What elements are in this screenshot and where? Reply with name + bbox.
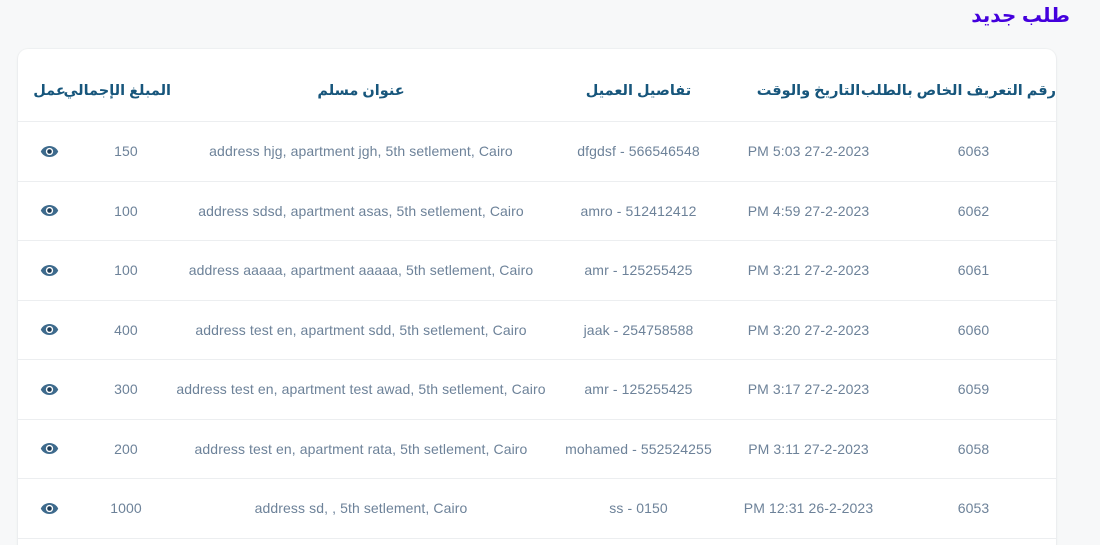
cell-address: address aaaaa, apartment aaaaa, 5th setl… (171, 240, 551, 300)
column-header-amount: المبلغ الإجمالي (63, 83, 171, 99)
cell-order-id: 6060 (891, 299, 1056, 360)
cell-customer: dfgdsf - 566546548 (551, 121, 726, 181)
table-row: 6052AM 11:41 26-2-2023sd - 01515address … (18, 537, 1056, 545)
cell-action (18, 180, 81, 241)
cell-datetime: PM 3:17 27-2-2023 (726, 359, 891, 419)
cell-customer: ss - 0150 (551, 478, 726, 538)
column-header-order-id: رقم التعريف الخاص بالطلب (860, 83, 1056, 99)
cell-action (18, 299, 81, 360)
table-row: 6060 PM 3:20 27-2-2023 jaak - 254758588 add… (18, 299, 1056, 360)
cell-address: address test en, apartment sdd, 5th setl… (171, 299, 551, 360)
cell-customer: amr - 125255425 (551, 240, 726, 300)
view-order-button[interactable] (38, 496, 62, 520)
cell-order-id: 6063 (891, 121, 1056, 181)
cell-amount: 100 (81, 180, 171, 241)
cell-action (18, 418, 81, 479)
view-order-button[interactable] (38, 437, 62, 461)
view-order-button[interactable] (38, 377, 62, 401)
table-row: 6059 PM 3:17 27-2-2023 amr - 125255425 addr… (18, 359, 1056, 419)
eye-icon (40, 499, 59, 518)
cell-datetime: PM 3:20 27-2-2023 (726, 299, 891, 360)
cell-datetime: PM 5:03 27-2-2023 (726, 121, 891, 181)
table-row: 6061 PM 3:21 27-2-2023 amr - 125255425 addr… (18, 240, 1056, 300)
cell-order-id: 6053 (891, 478, 1056, 538)
view-order-button[interactable] (38, 139, 62, 163)
cell-amount: 200 (81, 418, 171, 479)
column-header-address: عنوان مسلم (317, 83, 405, 99)
eye-icon (40, 201, 59, 220)
eye-icon (40, 261, 59, 280)
cell-amount: 1000 (81, 478, 171, 538)
cell-order-id: 6061 (891, 240, 1056, 300)
table-row: 6053 PM 12:31 26-2-2023 ss - 0150 address s… (18, 478, 1056, 538)
cell-datetime: AM 11:41 26-2-2023 (726, 537, 891, 545)
cell-datetime: PM 3:21 27-2-2023 (726, 240, 891, 300)
view-order-button[interactable] (38, 258, 62, 282)
cell-datetime: PM 3:11 27-2-2023 (726, 418, 891, 479)
cell-address: address ds, apartment sd, 5th setlement,… (171, 537, 551, 545)
cell-address: address hjg, apartment jgh, 5th setlemen… (171, 121, 551, 181)
cell-action (18, 359, 81, 419)
eye-icon (40, 320, 59, 339)
view-order-button[interactable] (38, 199, 62, 223)
page-root: طلب جديد رقم التعريف الخاص بالطلب التاري… (0, 0, 1100, 545)
column-header-customer: تفاصيل العميل (585, 83, 692, 99)
table-row: 6063 PM 5:03 27-2-2023 dfgdsf - 566546548 a… (18, 121, 1056, 181)
eye-icon (40, 380, 59, 399)
cell-datetime: PM 4:59 27-2-2023 (726, 180, 891, 241)
cell-action (18, 121, 81, 181)
cell-amount: 400 (81, 299, 171, 360)
cell-address: address sdsd, apartment asas, 5th setlem… (171, 180, 551, 241)
cell-order-id: 6059 (891, 359, 1056, 419)
cell-amount: 100 (81, 240, 171, 300)
cell-customer: mohamed - 552524255 (551, 418, 726, 479)
orders-card: رقم التعريف الخاص بالطلب التاريخ والوقت … (18, 49, 1056, 545)
cell-address: address sd, , 5th setlement, Cairo (171, 478, 551, 538)
eye-icon (40, 439, 59, 458)
cell-customer: jaak - 254758588 (551, 299, 726, 360)
cell-order-id: 6052 (891, 537, 1056, 545)
orders-table-body: 6063 PM 5:03 27-2-2023 dfgdsf - 566546548 a… (18, 121, 1056, 545)
cell-customer: amro - 512412412 (551, 180, 726, 241)
cell-action (18, 240, 81, 300)
cell-address: address test en, apartment rata, 5th set… (171, 418, 551, 479)
table-header-row: رقم التعريف الخاص بالطلب التاريخ والوقت … (18, 49, 1056, 122)
cell-customer: sd - 01515 (551, 537, 726, 545)
cell-amount: 150 (81, 537, 171, 545)
table-row: 6062 PM 4:59 27-2-2023 amro - 512412412 add… (18, 180, 1056, 241)
cell-datetime: PM 12:31 26-2-2023 (726, 478, 891, 538)
cell-action (18, 537, 81, 545)
cell-address: address test en, apartment test awad, 5t… (171, 359, 551, 419)
table-row: 6058 PM 3:11 27-2-2023 mohamed - 552524255… (18, 418, 1056, 479)
orders-table-head: رقم التعريف الخاص بالطلب التاريخ والوقت … (18, 49, 1056, 122)
cell-order-id: 6058 (891, 418, 1056, 479)
cell-order-id: 6062 (891, 180, 1056, 241)
cell-customer: amr - 125255425 (551, 359, 726, 419)
cell-amount: 300 (81, 359, 171, 419)
page-title: طلب جديد (971, 5, 1070, 27)
view-order-button[interactable] (38, 318, 62, 342)
cell-amount: 150 (81, 121, 171, 181)
eye-icon (40, 142, 59, 161)
orders-table: رقم التعريف الخاص بالطلب التاريخ والوقت … (18, 49, 1056, 545)
cell-action (18, 478, 81, 538)
